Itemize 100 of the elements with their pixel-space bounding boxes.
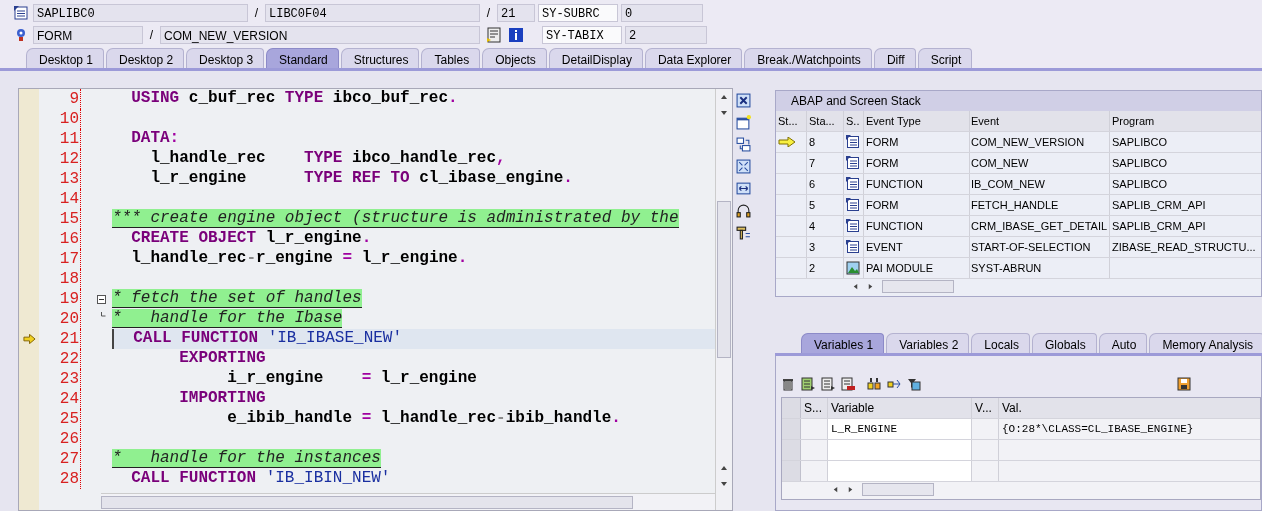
event-field[interactable]: COM_NEW_VERSION bbox=[160, 26, 480, 44]
line-number: 12 bbox=[59, 150, 79, 168]
sysfield-value[interactable]: 0 bbox=[621, 4, 703, 22]
source-code-icon bbox=[846, 177, 860, 191]
table-cell: FORM bbox=[866, 136, 899, 148]
table-cell: {O:28*\CLASS=CL_IBASE_ENGINE} bbox=[1002, 423, 1194, 435]
scroll-up-icon[interactable] bbox=[720, 464, 728, 472]
column-header[interactable]: Program bbox=[1110, 111, 1261, 131]
tab[interactable]: Tables bbox=[421, 48, 481, 68]
tab[interactable]: Desktop 2 bbox=[106, 48, 185, 68]
scroll-up-icon[interactable] bbox=[720, 93, 728, 101]
code-line: l_handle_rec-r_engine = l_r_engine. bbox=[130, 249, 468, 267]
scroll-down-icon[interactable] bbox=[720, 480, 728, 488]
scroll-right-icon[interactable] bbox=[867, 283, 874, 290]
tab[interactable]: Break./Watchpoints bbox=[744, 48, 872, 68]
tab[interactable]: Script bbox=[917, 48, 973, 68]
column-header[interactable]: Val. bbox=[999, 398, 1260, 418]
event-type-field[interactable]: FORM bbox=[33, 26, 143, 44]
scrollbar[interactable] bbox=[101, 493, 715, 510]
table-cell: FORM bbox=[866, 199, 899, 211]
expand-width-icon[interactable] bbox=[736, 181, 751, 196]
column-header[interactable]: Event bbox=[970, 111, 1110, 131]
code-line: l_r_engine TYPE REF TO cl_ibase_engine. bbox=[149, 169, 573, 187]
tab[interactable]: Variables 1 bbox=[801, 333, 885, 353]
arrows-icon[interactable] bbox=[887, 377, 901, 391]
table-cell: SAPLIB_CRM_API bbox=[1112, 199, 1206, 211]
collapse-icon[interactable] bbox=[97, 294, 106, 304]
code-line: DATA: bbox=[130, 129, 180, 147]
move-icon[interactable] bbox=[867, 377, 881, 391]
tab[interactable]: Variables 2 bbox=[886, 333, 970, 353]
tab[interactable]: Desktop 1 bbox=[26, 48, 105, 68]
scroll-left-icon[interactable] bbox=[832, 486, 839, 493]
scroll-right-icon[interactable] bbox=[847, 486, 854, 493]
sysfield-name[interactable]: SY-TABIX bbox=[542, 26, 622, 44]
separator: / bbox=[485, 6, 492, 20]
info-icon[interactable] bbox=[508, 27, 524, 43]
empty-cell[interactable] bbox=[828, 440, 972, 460]
table-cell: 7 bbox=[809, 157, 816, 169]
table-cell: ZIBASE_READ_STRUCTU... bbox=[1112, 241, 1256, 253]
code-comment: * fetch the set of handles bbox=[112, 289, 362, 308]
table-cell: EVENT bbox=[866, 241, 903, 253]
sysfield-value[interactable]: 2 bbox=[625, 26, 707, 44]
line-number: 27 bbox=[59, 450, 79, 468]
tab[interactable]: Locals bbox=[971, 333, 1030, 353]
table-cell: FETCH_HANDLE bbox=[971, 199, 1059, 211]
column-header[interactable]: S.. bbox=[844, 111, 864, 131]
table-cell: CRM_IBASE_GET_DETAIL bbox=[971, 220, 1108, 232]
gear-icon bbox=[14, 28, 28, 42]
swap-windows-icon[interactable] bbox=[736, 137, 751, 152]
program-field[interactable]: SAPLIBC0 bbox=[33, 4, 248, 22]
separator: / bbox=[148, 28, 155, 42]
tab[interactable]: Structures bbox=[340, 48, 420, 68]
line-number: 21 bbox=[59, 330, 79, 348]
column-header[interactable]: Sta... bbox=[807, 111, 844, 131]
tab[interactable]: Diff bbox=[873, 48, 916, 68]
code-line: CALL FUNCTION 'IB_IBIN_NEW' bbox=[130, 469, 391, 487]
scroll-down-icon[interactable] bbox=[720, 109, 728, 117]
fullscreen-icon[interactable] bbox=[736, 159, 751, 174]
column-header[interactable]: V... bbox=[972, 398, 999, 418]
column-header[interactable]: St... bbox=[776, 111, 807, 131]
close-icon[interactable] bbox=[736, 93, 751, 108]
list-icon[interactable] bbox=[801, 377, 815, 391]
table-cell: 8 bbox=[809, 136, 816, 148]
tab[interactable]: Globals bbox=[1032, 333, 1097, 353]
list-delete-icon[interactable] bbox=[841, 377, 855, 391]
filter-icon[interactable] bbox=[907, 377, 921, 391]
list-icon[interactable] bbox=[821, 377, 835, 391]
column-header[interactable]: Variable bbox=[828, 398, 972, 418]
separator: / bbox=[253, 6, 260, 20]
include-field[interactable]: LIBC0F04 bbox=[265, 4, 480, 22]
new-window-icon[interactable] bbox=[736, 115, 751, 130]
headset-icon[interactable] bbox=[736, 203, 751, 218]
line-number: 20 bbox=[59, 310, 79, 328]
line-number: 22 bbox=[59, 350, 79, 368]
tool-icon[interactable] bbox=[736, 225, 751, 240]
line-number: 9 bbox=[69, 90, 79, 108]
source-code-icon bbox=[14, 6, 28, 20]
line-number: 26 bbox=[59, 430, 79, 448]
tab[interactable]: DetailDisplay bbox=[548, 48, 643, 68]
tab[interactable]: Auto bbox=[1098, 333, 1148, 353]
code-comment: *** create engine object (structure is administrated by the bbox=[112, 209, 679, 228]
scroll-left-icon[interactable] bbox=[852, 283, 859, 290]
line-number: 18 bbox=[59, 270, 79, 288]
table-cell: IB_COM_NEW bbox=[971, 178, 1045, 190]
sysfield-name[interactable]: SY-SUBRC bbox=[538, 4, 618, 22]
scrollbar[interactable] bbox=[715, 89, 732, 510]
line-field[interactable]: 21 bbox=[497, 4, 535, 22]
save-icon[interactable] bbox=[1177, 377, 1191, 391]
tab[interactable]: Desktop 3 bbox=[186, 48, 265, 68]
trash-icon[interactable] bbox=[781, 377, 795, 391]
source-code-icon bbox=[846, 135, 860, 149]
empty-cell[interactable] bbox=[828, 461, 972, 481]
column-header[interactable]: Event Type bbox=[864, 111, 970, 131]
tab[interactable]: Data Explorer bbox=[644, 48, 743, 68]
table-cell: L_R_ENGINE bbox=[828, 419, 972, 439]
table-cell: FORM bbox=[866, 157, 899, 169]
column-header[interactable]: S... bbox=[801, 398, 828, 418]
tab[interactable]: Standard bbox=[266, 48, 339, 68]
tab[interactable]: Memory Analysis bbox=[1149, 333, 1262, 353]
tab[interactable]: Objects bbox=[482, 48, 547, 68]
